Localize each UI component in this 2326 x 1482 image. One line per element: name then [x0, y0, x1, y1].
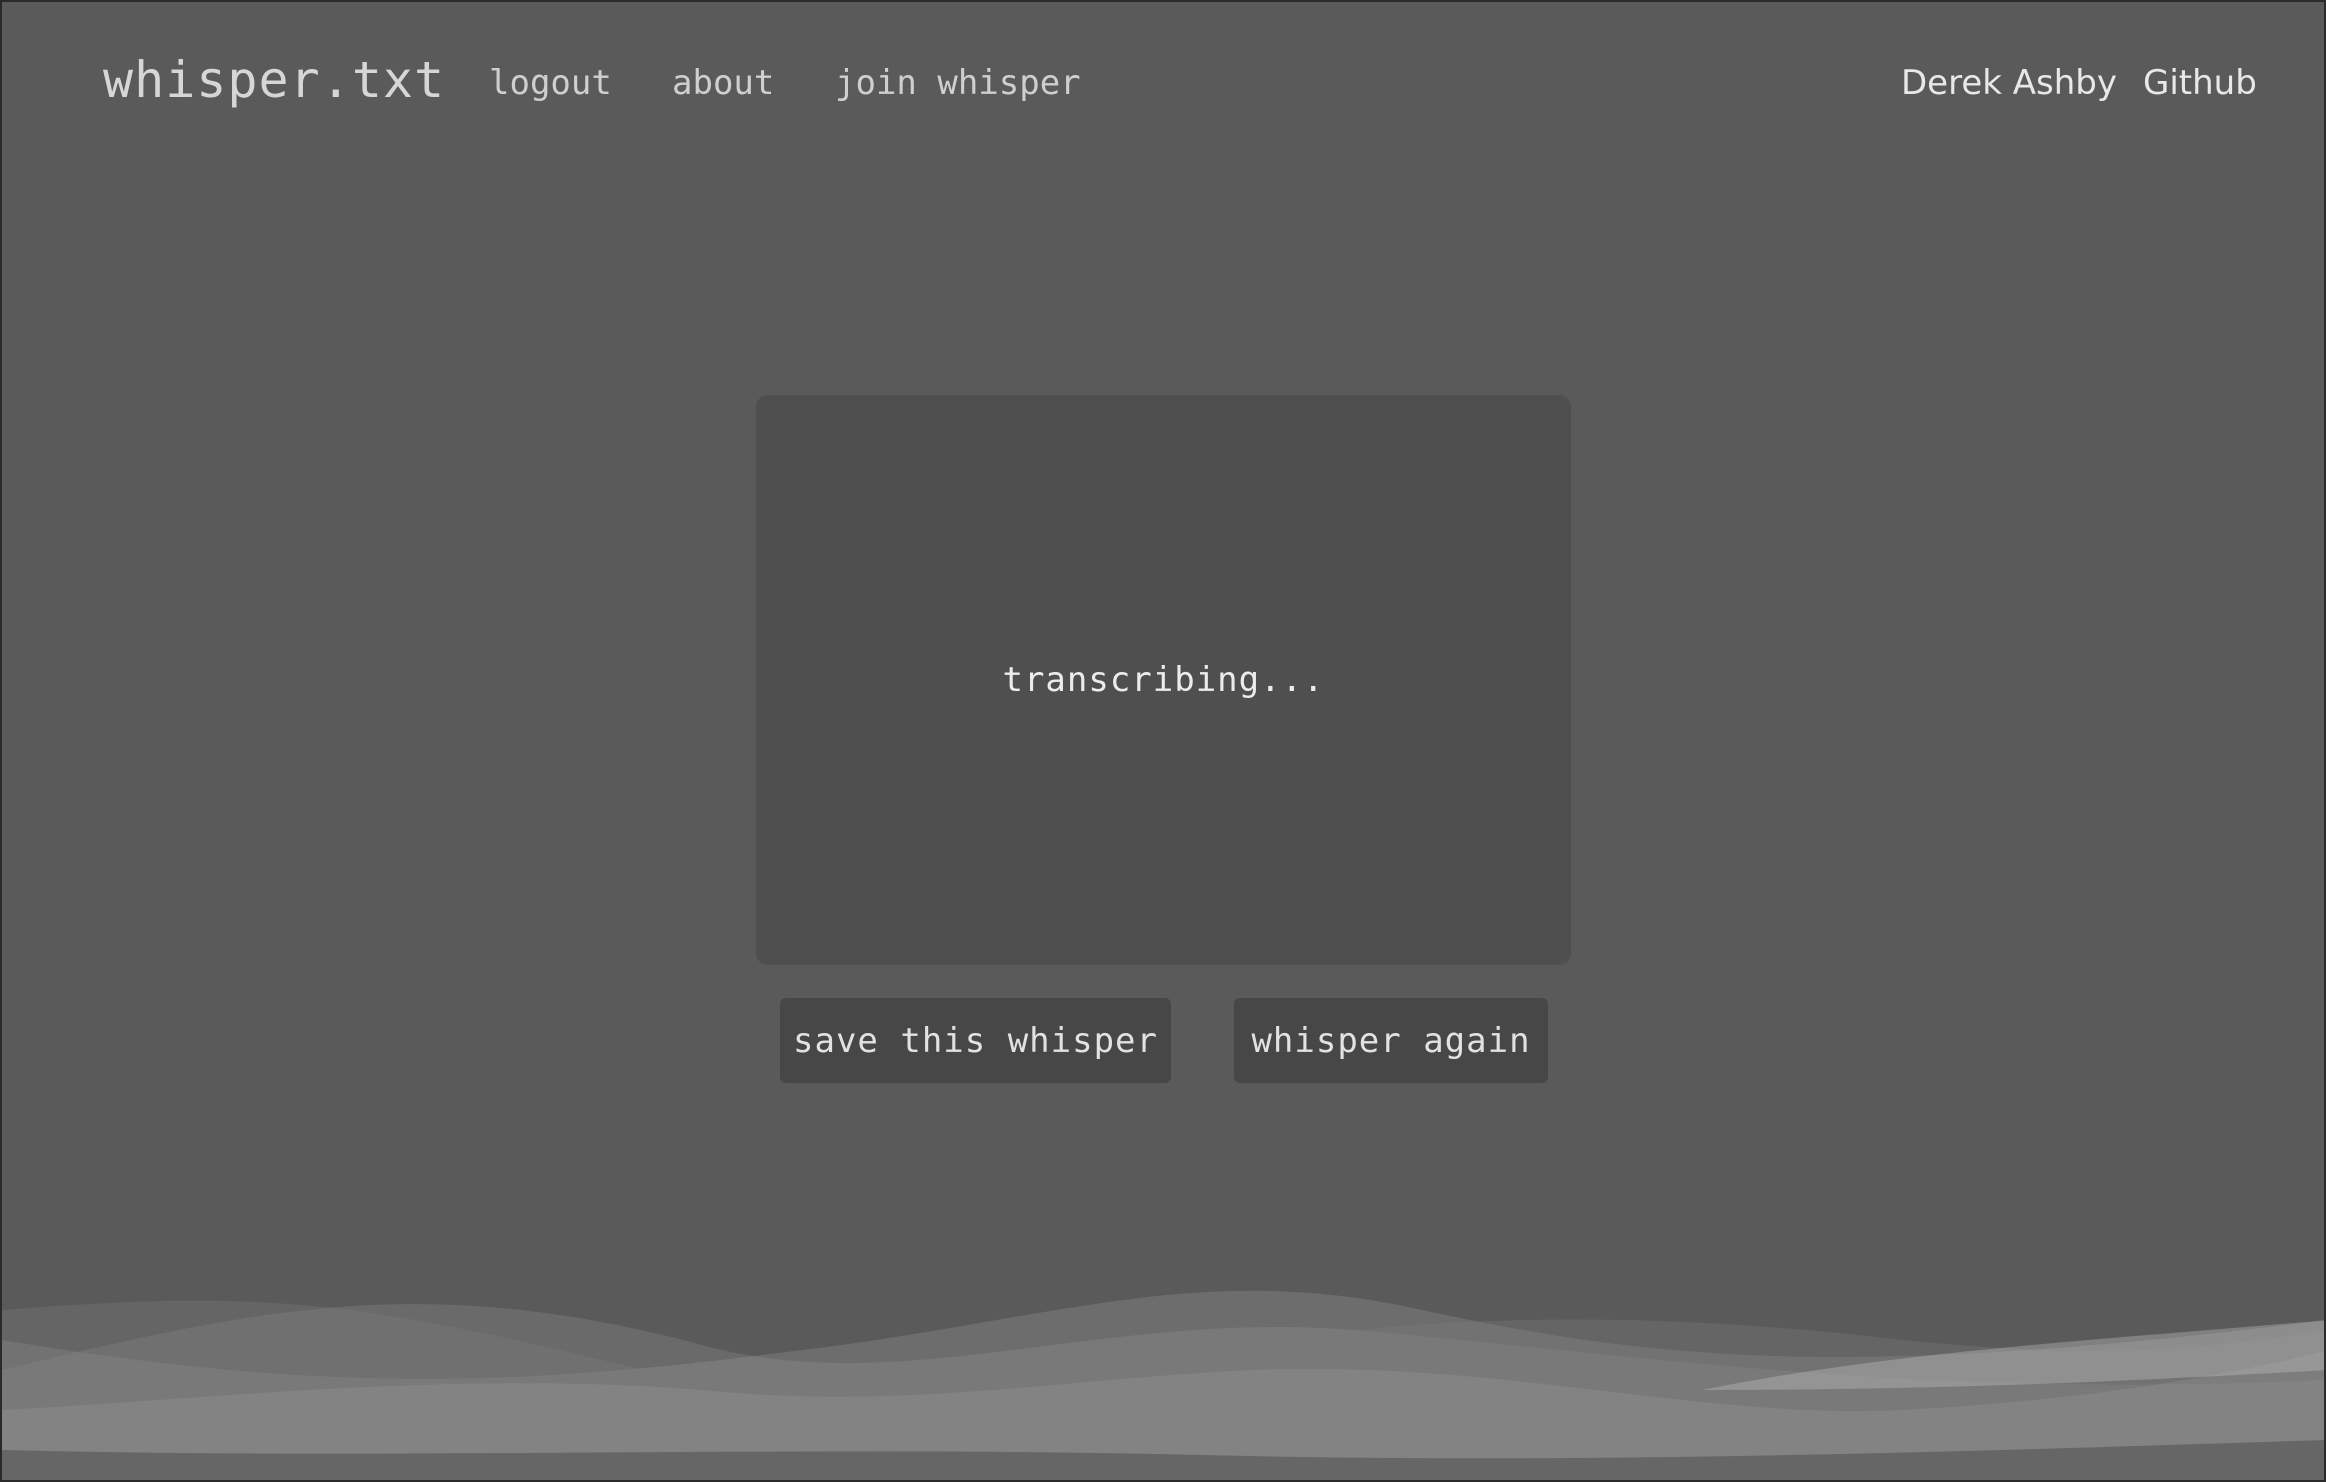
transcription-status: transcribing...: [1002, 660, 1325, 700]
whisper-again-button[interactable]: whisper again: [1234, 998, 1548, 1083]
app-window: whisper.txt logout about join whisper De…: [0, 0, 2326, 1482]
nav-github-link[interactable]: Github: [2143, 63, 2257, 103]
save-whisper-button[interactable]: save this whisper: [780, 998, 1171, 1083]
nav-logout-link[interactable]: logout: [489, 63, 612, 103]
brand-logo-link[interactable]: whisper.txt: [103, 51, 445, 109]
wave-decoration: [2, 1290, 2324, 1480]
nav-join-whisper-link[interactable]: join whisper: [835, 63, 1081, 103]
nav-about-link[interactable]: about: [672, 63, 774, 103]
transcription-panel: transcribing...: [756, 395, 1571, 965]
top-navigation: whisper.txt logout about join whisper De…: [2, 2, 2324, 166]
nav-author-link[interactable]: Derek Ashby: [1901, 63, 2117, 103]
